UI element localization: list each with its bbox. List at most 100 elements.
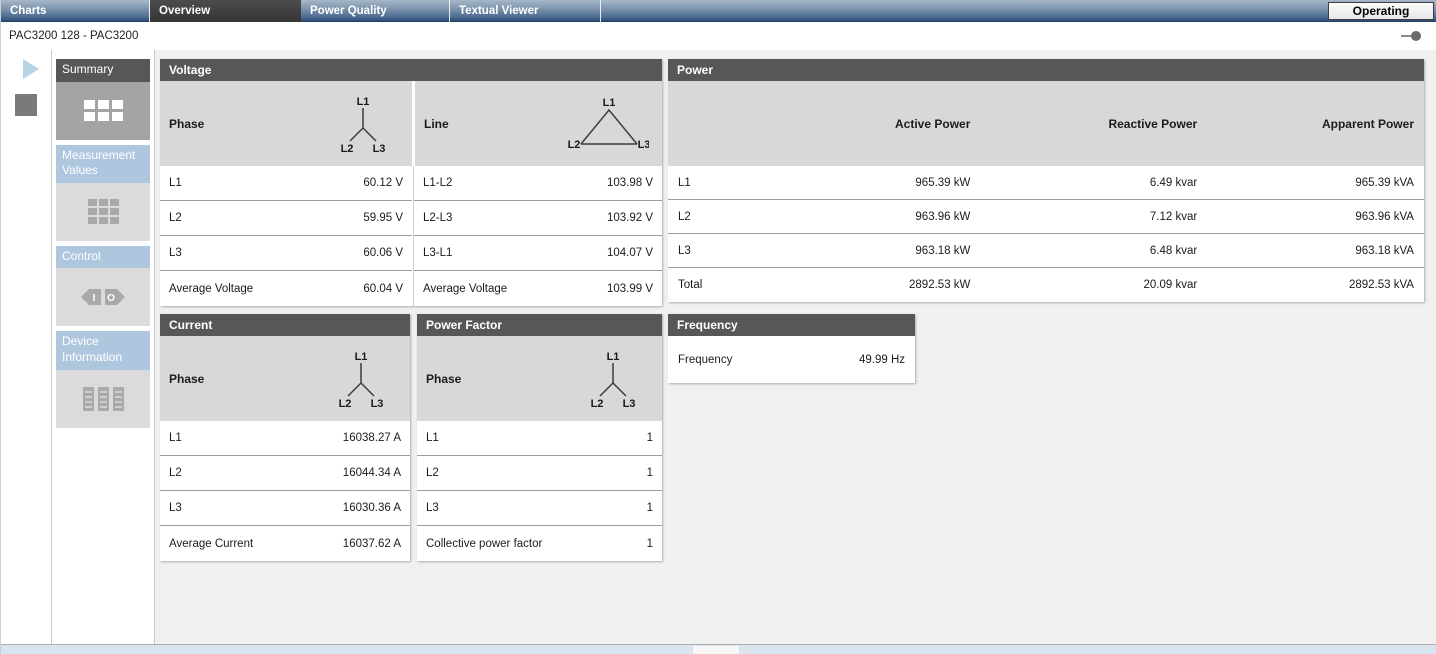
svg-text:O: O — [107, 293, 115, 304]
tab-label: Overview — [159, 5, 210, 17]
row-value: 1 — [647, 502, 653, 514]
operating-status-button[interactable]: Operating — [1328, 2, 1434, 20]
row-label: L1 — [668, 177, 857, 189]
row-label: L3-L1 — [423, 247, 452, 259]
svg-text:L3: L3 — [623, 398, 636, 408]
panel-title: Power Factor — [417, 314, 662, 336]
table-row: L2-L3 103.92 V — [414, 201, 662, 236]
active-power-value: 2892.53 kW — [857, 279, 970, 291]
tab-label: Power Quality — [310, 5, 387, 17]
power-panel: Power Active Power Reactive Power Appare… — [668, 59, 1424, 302]
sidebar-item-device-information[interactable]: Device Information — [56, 331, 150, 427]
wye-diagram-icon: L1 L2 L3 — [577, 350, 649, 408]
tab-textual-viewer[interactable]: Textual Viewer — [449, 0, 601, 22]
wye-diagram-icon: L1 L2 L3 — [327, 95, 399, 153]
apparent-power-value: 963.96 kVA — [1197, 211, 1424, 223]
tab-charts[interactable]: Charts — [1, 0, 149, 22]
svg-text:L3: L3 — [638, 139, 649, 151]
row-value: 1 — [647, 432, 653, 444]
row-label: Frequency — [678, 354, 732, 366]
voltage-phase-section: Phase L1 L2 L3 L160.12 V L259.9 — [160, 81, 412, 306]
row-value: 60.12 V — [363, 177, 403, 189]
voltage-panel: Voltage Phase L1 L2 L3 — [160, 59, 662, 306]
table-row: Total 2892.53 kW 20.09 kvar 2892.53 kVA — [668, 268, 1424, 302]
breadcrumb: PAC3200 128 - PAC3200 — [9, 30, 138, 42]
breadcrumb-row: PAC3200 128 - PAC3200 — [1, 22, 1436, 50]
column-header: Phase — [426, 372, 461, 386]
tab-bar: Charts Overview Power Quality Textual Vi… — [1, 0, 1436, 22]
row-value: 103.98 V — [607, 177, 653, 189]
row-label: L2-L3 — [423, 212, 452, 224]
row-value: 103.99 V — [607, 283, 653, 295]
play-icon[interactable] — [23, 59, 39, 79]
column-header: Active Power — [857, 117, 970, 131]
content-area: Summary Measurement Values Control I — [1, 50, 1436, 644]
table-row: L31 — [417, 491, 662, 526]
row-label: L3 — [169, 502, 182, 514]
sidebar: Summary Measurement Values Control I — [52, 50, 155, 644]
reactive-power-value: 6.48 kvar — [970, 245, 1197, 257]
svg-text:L1: L1 — [603, 97, 616, 109]
measurement-table-icon — [88, 199, 119, 224]
row-label: Collective power factor — [426, 538, 542, 550]
column-header: Phase — [169, 117, 204, 131]
row-value: 16030.36 A — [343, 502, 401, 514]
sidebar-item-summary[interactable]: Summary — [56, 59, 150, 140]
stop-icon[interactable] — [15, 94, 37, 116]
row-label: L2 — [169, 212, 182, 224]
svg-text:L2: L2 — [568, 139, 581, 151]
row-value: 103.92 V — [607, 212, 653, 224]
row-label: L1 — [426, 432, 439, 444]
scrollbar-thumb[interactable] — [693, 646, 739, 654]
delta-diagram-icon: L1 L2 L3 — [565, 96, 649, 152]
active-power-value: 963.96 kW — [857, 211, 970, 223]
table-row: Average Voltage 103.99 V — [414, 271, 662, 306]
table-row: L2 1 — [417, 456, 662, 491]
svg-text:L1: L1 — [607, 351, 620, 363]
table-row: L3-L1 104.07 V — [414, 236, 662, 271]
panel-title: Power — [668, 59, 1424, 81]
pin-toggle-icon[interactable] — [1400, 30, 1422, 42]
voltage-line-section: Line L1 L2 L3 L1-L2103.98 V L2- — [412, 81, 662, 306]
row-value: 16037.62 A — [343, 538, 401, 550]
apparent-power-value: 965.39 kVA — [1197, 177, 1424, 189]
sidebar-item-control[interactable]: Control I O — [56, 246, 150, 327]
row-value: 49.99 Hz — [859, 354, 905, 366]
svg-text:L2: L2 — [591, 398, 604, 408]
row-value: 104.07 V — [607, 247, 653, 259]
row-label: Total — [668, 279, 857, 291]
table-row: L2 16044.34 A — [160, 456, 410, 491]
row-value: 16044.34 A — [343, 467, 401, 479]
row-label: L2 — [668, 211, 857, 223]
tab-label: Charts — [10, 5, 46, 17]
row-label: Average Current — [169, 538, 253, 550]
svg-text:L3: L3 — [373, 143, 386, 153]
table-row: L1-L2103.98 V — [414, 166, 662, 201]
current-panel: Current Phase L1 L2 L3 L116038.27 A — [160, 314, 410, 561]
table-row: L1 965.39 kW 6.49 kvar 965.39 kVA — [668, 166, 1424, 200]
table-row: L3 16030.36 A — [160, 491, 410, 526]
svg-text:L2: L2 — [339, 398, 352, 408]
reactive-power-value: 7.12 kvar — [970, 211, 1197, 223]
row-label: Average Voltage — [423, 283, 507, 295]
row-value: 1 — [647, 467, 653, 479]
row-label: L2 — [169, 467, 182, 479]
sidebar-item-label: Device Information — [56, 331, 150, 369]
svg-text:I: I — [93, 293, 96, 304]
summary-grid-icon — [84, 100, 123, 121]
power-column-headers: Active Power Reactive Power Apparent Pow… — [668, 81, 1424, 166]
table-row: L360.06 V — [160, 236, 412, 271]
column-header: Reactive Power — [970, 117, 1197, 131]
row-label: L2 — [426, 467, 439, 479]
sidebar-item-label: Measurement Values — [56, 145, 150, 183]
reactive-power-value: 20.09 kvar — [970, 279, 1197, 291]
tab-overview[interactable]: Overview — [149, 0, 301, 22]
column-header: Line — [424, 117, 449, 131]
panel-title: Frequency — [668, 314, 915, 336]
sidebar-item-measurement-values[interactable]: Measurement Values — [56, 145, 150, 241]
tab-power-quality[interactable]: Power Quality — [301, 0, 449, 22]
horizontal-scrollbar[interactable] — [1, 644, 1436, 654]
row-value: 60.06 V — [363, 247, 403, 259]
row-value: 1 — [647, 538, 653, 550]
table-row: L259.95 V — [160, 201, 412, 236]
